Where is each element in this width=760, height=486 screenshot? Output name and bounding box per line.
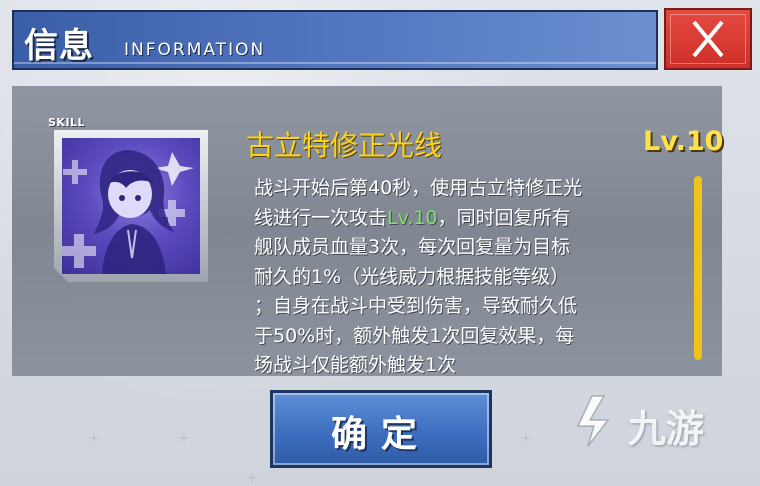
- confirm-button-label: 确定: [330, 413, 431, 455]
- plus-decoration: +: [178, 430, 190, 446]
- plus-decoration: +: [246, 470, 258, 486]
- watermark-text: 九游: [628, 407, 705, 451]
- plus-decoration: +: [520, 430, 532, 446]
- skill-level: Lv.10: [643, 126, 724, 157]
- plus-decoration: +: [88, 430, 100, 446]
- dialog-header: 信息 INFORMATION: [12, 10, 658, 70]
- close-button[interactable]: [664, 8, 752, 70]
- confirm-button[interactable]: 确定: [270, 390, 492, 468]
- skill-tag: SKILL: [48, 116, 86, 129]
- skill-name: 古立特修正光线: [246, 129, 443, 162]
- description-scrollbar[interactable]: [694, 176, 702, 360]
- description-level-highlight: Lv.10: [387, 206, 438, 229]
- skill-portrait-icon: [62, 138, 200, 274]
- description-text: ，同时回复所有 舰队成员血量3次，每次回复量为目标 耐久的1%（光线威力根据技能…: [254, 206, 578, 377]
- watermark: 九游: [570, 390, 740, 451]
- skill-portrait-art: [62, 150, 194, 274]
- dialog-subtitle: INFORMATION: [124, 40, 266, 60]
- skill-icon-card: SKILL: [44, 116, 214, 286]
- dialog-title: 信息: [24, 26, 94, 66]
- close-icon: [692, 20, 724, 58]
- skill-description: 战斗开始后第40秒，使用古立特修正光 线进行一次攻击Lv.10，同时回复所有 舰…: [254, 174, 686, 381]
- jiuyou-logo-icon: [576, 395, 610, 447]
